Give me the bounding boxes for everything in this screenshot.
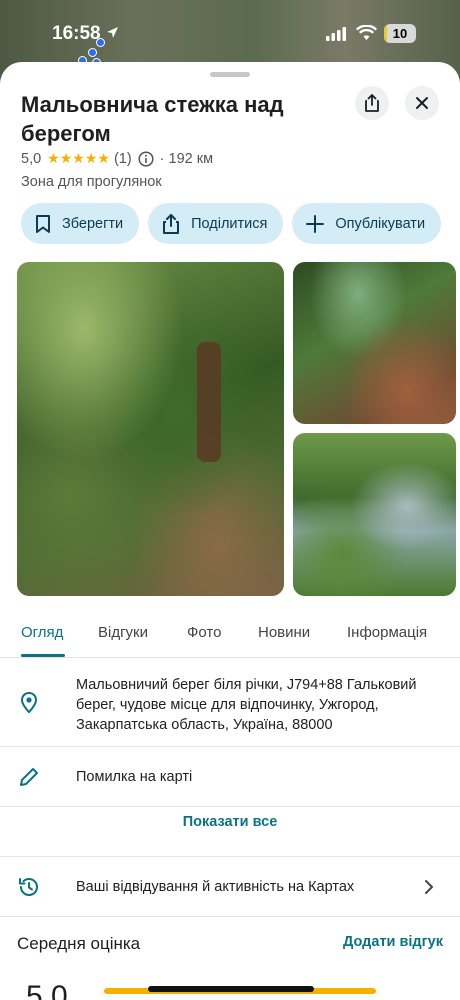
distance: · 192 км xyxy=(159,150,214,167)
address-row[interactable]: Мальовничий берег біля річки, J794+88 Га… xyxy=(0,659,460,747)
home-indicator[interactable] xyxy=(148,986,314,992)
share-label: Поділитися xyxy=(191,215,268,232)
share-icon xyxy=(365,94,379,112)
photo-main[interactable] xyxy=(17,262,284,596)
place-category: Зона для прогулянок xyxy=(21,174,162,190)
place-title: Мальовнича стежка над берегом xyxy=(21,92,284,146)
add-review-link[interactable]: Додати відгук xyxy=(343,934,443,950)
tab-photos[interactable]: Фото xyxy=(187,624,221,641)
location-arrow-icon xyxy=(106,26,119,44)
tab-news[interactable]: Новини xyxy=(258,624,310,641)
sheet-drag-handle[interactable] xyxy=(210,72,250,77)
share-header-button[interactable] xyxy=(355,86,389,120)
rating-value: 5,0 xyxy=(21,150,42,167)
rating-stars: ★★★★★ xyxy=(47,150,110,166)
share-icon xyxy=(163,213,180,234)
average-rating-title: Середня оцінка xyxy=(17,934,141,953)
place-sheet: Мальовнича стежка над берегом 5,0 ★★★★★ … xyxy=(0,62,460,1000)
tab-active-indicator xyxy=(21,654,65,657)
save-label: Зберегти xyxy=(62,215,124,232)
action-chips: Зберегти Поділитися Опублікувати xyxy=(21,203,442,244)
publish-label: Опублікувати xyxy=(335,215,426,232)
tab-info[interactable]: Інформація xyxy=(347,624,427,641)
history-icon xyxy=(17,875,41,904)
rating-row[interactable]: 5,0 ★★★★★ (1) · 192 км xyxy=(21,150,213,167)
photo-path[interactable] xyxy=(293,262,456,424)
location-pin-icon xyxy=(17,691,41,720)
save-button[interactable]: Зберегти xyxy=(21,203,140,244)
chevron-right-icon xyxy=(424,879,434,900)
plus-icon xyxy=(306,214,325,233)
show-all-row xyxy=(0,807,460,857)
tab-reviews[interactable]: Відгуки xyxy=(98,624,148,641)
share-button[interactable]: Поділитися xyxy=(148,203,284,244)
average-score: 5,0 xyxy=(26,980,68,1000)
info-icon[interactable] xyxy=(138,150,154,167)
battery-indicator: 10 xyxy=(384,24,416,43)
status-time: 16:58 xyxy=(52,23,101,44)
address-text: Мальовничий берег біля річки, J794+88 Га… xyxy=(76,677,417,733)
status-bar: 16:58 10 xyxy=(0,0,460,66)
pencil-icon xyxy=(17,765,41,794)
review-count: (1) xyxy=(113,150,132,167)
report-row[interactable]: Помилка на карті xyxy=(0,747,460,807)
report-text: Помилка на карті xyxy=(76,769,193,785)
close-icon xyxy=(416,97,428,109)
tab-bar: Огляд Відгуки Фото Новини Інформація xyxy=(0,610,460,658)
publish-button[interactable]: Опублікувати xyxy=(292,203,442,244)
activity-text: Ваші відвідування й активність на Картах xyxy=(76,879,355,895)
photo-river[interactable] xyxy=(293,433,456,596)
tab-overview[interactable]: Огляд xyxy=(21,624,63,641)
wifi-icon xyxy=(355,24,378,46)
activity-row[interactable]: Ваші відвідування й активність на Картах xyxy=(0,857,460,917)
cellular-signal-icon xyxy=(326,27,346,46)
close-button[interactable] xyxy=(405,86,439,120)
bookmark-icon xyxy=(36,214,50,233)
